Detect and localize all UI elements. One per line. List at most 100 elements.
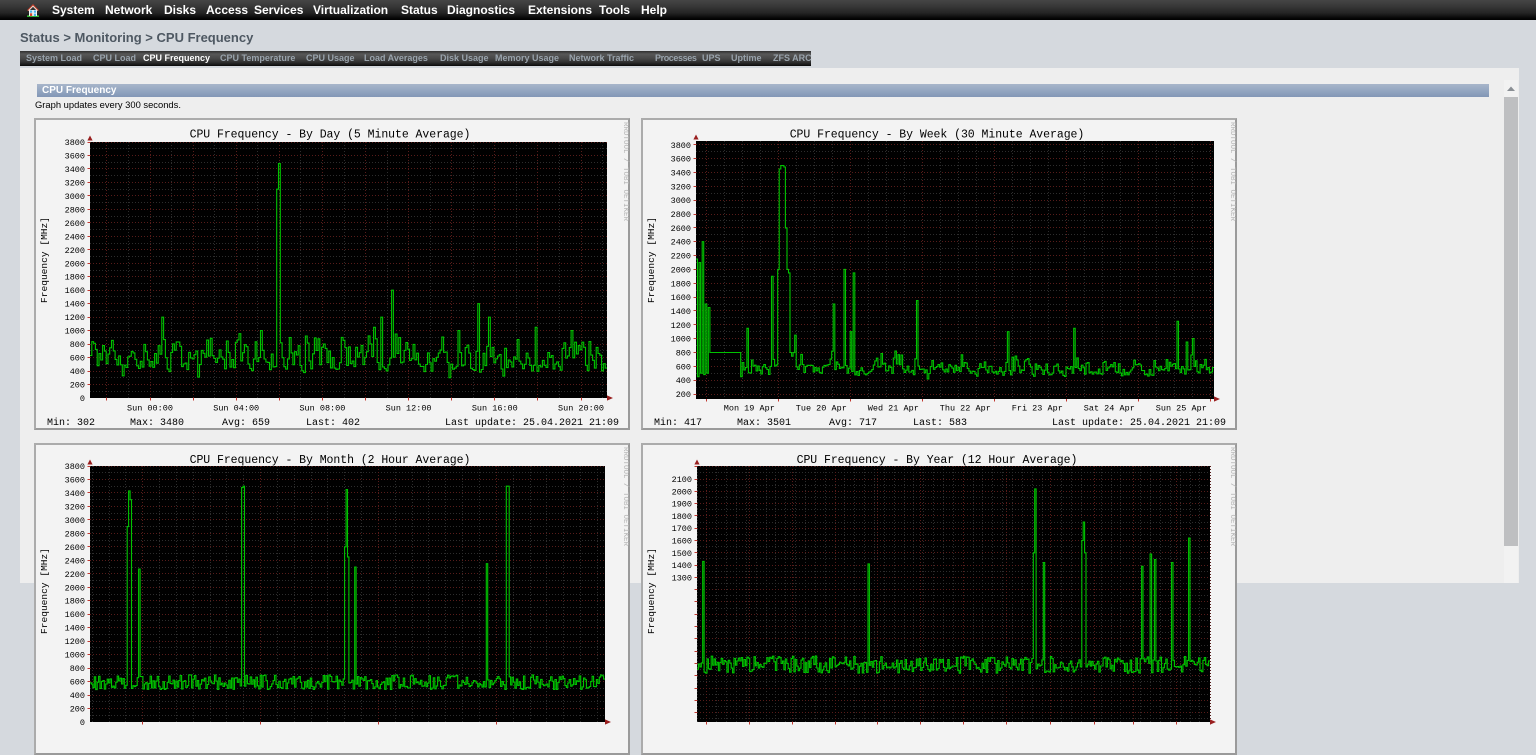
svg-text:2000: 2000 [65, 259, 85, 269]
svg-text:1400: 1400 [671, 307, 691, 317]
svg-text:CPU Frequency - By Week (30 Mi: CPU Frequency - By Week (30 Minute Avera… [790, 129, 1085, 142]
svg-text:Sun 25 Apr: Sun 25 Apr [1156, 404, 1207, 414]
svg-text:2000: 2000 [672, 487, 692, 497]
svg-text:1400: 1400 [672, 561, 692, 571]
svg-text:3200: 3200 [65, 178, 85, 188]
svg-text:2200: 2200 [65, 570, 85, 580]
svg-text:2600: 2600 [671, 224, 691, 234]
svg-text:Avg: 717: Avg: 717 [829, 418, 877, 429]
svg-text:2000: 2000 [671, 265, 691, 275]
svg-text:Sun 12:00: Sun 12:00 [386, 404, 432, 414]
svg-text:1500: 1500 [672, 549, 692, 559]
svg-text:Frequency [MHz]: Frequency [MHz] [39, 217, 50, 303]
svg-text:1700: 1700 [672, 524, 692, 534]
svg-text:600: 600 [70, 678, 85, 688]
svg-text:200: 200 [70, 381, 85, 391]
svg-text:3400: 3400 [65, 165, 85, 175]
svg-text:2200: 2200 [65, 246, 85, 256]
svg-text:Sun 20:00: Sun 20:00 [558, 404, 604, 414]
svg-text:1600: 1600 [65, 286, 85, 296]
svg-text:Min: 302: Min: 302 [47, 417, 95, 429]
svg-text:2000: 2000 [65, 583, 85, 593]
svg-text:3200: 3200 [65, 502, 85, 512]
svg-text:CPU Frequency - By Month (2 Ho: CPU Frequency - By Month (2 Hour Average… [190, 454, 471, 467]
svg-text:200: 200 [70, 705, 85, 715]
svg-text:0: 0 [80, 718, 85, 728]
svg-text:CPU Frequency - By Year (12 Ho: CPU Frequency - By Year (12 Hour Average… [797, 454, 1078, 467]
svg-text:2400: 2400 [65, 232, 85, 242]
svg-text:1400: 1400 [65, 624, 85, 634]
svg-text:1200: 1200 [671, 321, 691, 331]
svg-text:Last update: 25.04.2021 21:09: Last update: 25.04.2021 21:09 [1052, 417, 1226, 429]
svg-text:Last update: 25.04.2021 21:09: Last update: 25.04.2021 21:09 [445, 417, 619, 429]
svg-text:Wed 21 Apr: Wed 21 Apr [868, 404, 919, 414]
svg-text:3200: 3200 [671, 182, 691, 192]
svg-text:3400: 3400 [671, 169, 691, 179]
svg-text:Min: 417: Min: 417 [654, 417, 702, 429]
svg-text:Last: 402: Last: 402 [306, 418, 360, 429]
svg-text:Thu 22 Apr: Thu 22 Apr [940, 404, 991, 414]
svg-text:CPU Frequency - By Day (5 Minu: CPU Frequency - By Day (5 Minute Average… [190, 129, 471, 142]
svg-text:400: 400 [676, 376, 691, 386]
svg-text:Last: 583: Last: 583 [913, 418, 967, 429]
svg-text:1200: 1200 [65, 637, 85, 647]
svg-text:1800: 1800 [65, 597, 85, 607]
svg-text:Frequency [MHz]: Frequency [MHz] [646, 217, 657, 303]
svg-text:Mon 19 Apr: Mon 19 Apr [724, 404, 775, 414]
svg-text:3800: 3800 [671, 141, 691, 151]
svg-text:1300: 1300 [672, 573, 692, 583]
svg-text:3600: 3600 [65, 476, 85, 486]
svg-text:1800: 1800 [672, 512, 692, 522]
svg-text:1600: 1600 [671, 293, 691, 303]
svg-text:3600: 3600 [65, 152, 85, 162]
svg-text:1000: 1000 [65, 651, 85, 661]
svg-text:2800: 2800 [65, 529, 85, 539]
svg-text:Fri 23 Apr: Fri 23 Apr [1012, 404, 1063, 414]
svg-text:2100: 2100 [672, 475, 692, 485]
svg-text:800: 800 [70, 664, 85, 674]
svg-text:3400: 3400 [65, 489, 85, 499]
svg-text:600: 600 [676, 362, 691, 372]
svg-text:0: 0 [80, 394, 85, 404]
svg-text:1800: 1800 [65, 273, 85, 283]
svg-text:1400: 1400 [65, 300, 85, 310]
svg-text:Avg: 659: Avg: 659 [222, 418, 270, 429]
svg-text:2200: 2200 [671, 252, 691, 262]
svg-text:800: 800 [676, 349, 691, 359]
svg-text:3000: 3000 [65, 516, 85, 526]
svg-text:2400: 2400 [65, 556, 85, 566]
svg-text:Frequency [MHz]: Frequency [MHz] [39, 548, 50, 634]
svg-text:Sun 16:00: Sun 16:00 [472, 404, 518, 414]
svg-text:Max: 3480: Max: 3480 [130, 418, 184, 429]
svg-text:RRDTOOL / TOBI OETIKER: RRDTOOL / TOBI OETIKER [621, 447, 629, 546]
svg-text:1600: 1600 [65, 610, 85, 620]
svg-text:3800: 3800 [65, 462, 85, 472]
svg-text:1800: 1800 [671, 279, 691, 289]
svg-text:3000: 3000 [671, 196, 691, 206]
svg-text:3000: 3000 [65, 192, 85, 202]
svg-text:2400: 2400 [671, 238, 691, 248]
svg-text:3600: 3600 [671, 155, 691, 165]
svg-text:Sun 08:00: Sun 08:00 [299, 404, 345, 414]
svg-text:1000: 1000 [65, 327, 85, 337]
svg-text:Sun 00:00: Sun 00:00 [127, 404, 173, 414]
svg-text:Tue 20 Apr: Tue 20 Apr [796, 404, 847, 414]
svg-text:RRDTOOL / TOBI OETIKER: RRDTOOL / TOBI OETIKER [1228, 447, 1236, 546]
svg-text:1900: 1900 [672, 500, 692, 510]
svg-text:Sun 04:00: Sun 04:00 [213, 404, 259, 414]
svg-text:400: 400 [70, 691, 85, 701]
svg-text:Max: 3501: Max: 3501 [737, 418, 791, 429]
svg-text:2600: 2600 [65, 219, 85, 229]
svg-text:3800: 3800 [65, 138, 85, 148]
svg-text:2600: 2600 [65, 543, 85, 553]
svg-text:1000: 1000 [671, 335, 691, 345]
svg-text:Frequency [MHz]: Frequency [MHz] [646, 548, 657, 634]
svg-text:400: 400 [70, 367, 85, 377]
svg-text:200: 200 [676, 390, 691, 400]
svg-text:RRDTOOL / TOBI OETIKER: RRDTOOL / TOBI OETIKER [621, 122, 629, 221]
svg-text:600: 600 [70, 354, 85, 364]
svg-text:2800: 2800 [671, 210, 691, 220]
svg-text:1600: 1600 [672, 537, 692, 547]
svg-text:2800: 2800 [65, 205, 85, 215]
svg-text:RRDTOOL / TOBI OETIKER: RRDTOOL / TOBI OETIKER [1228, 122, 1236, 221]
